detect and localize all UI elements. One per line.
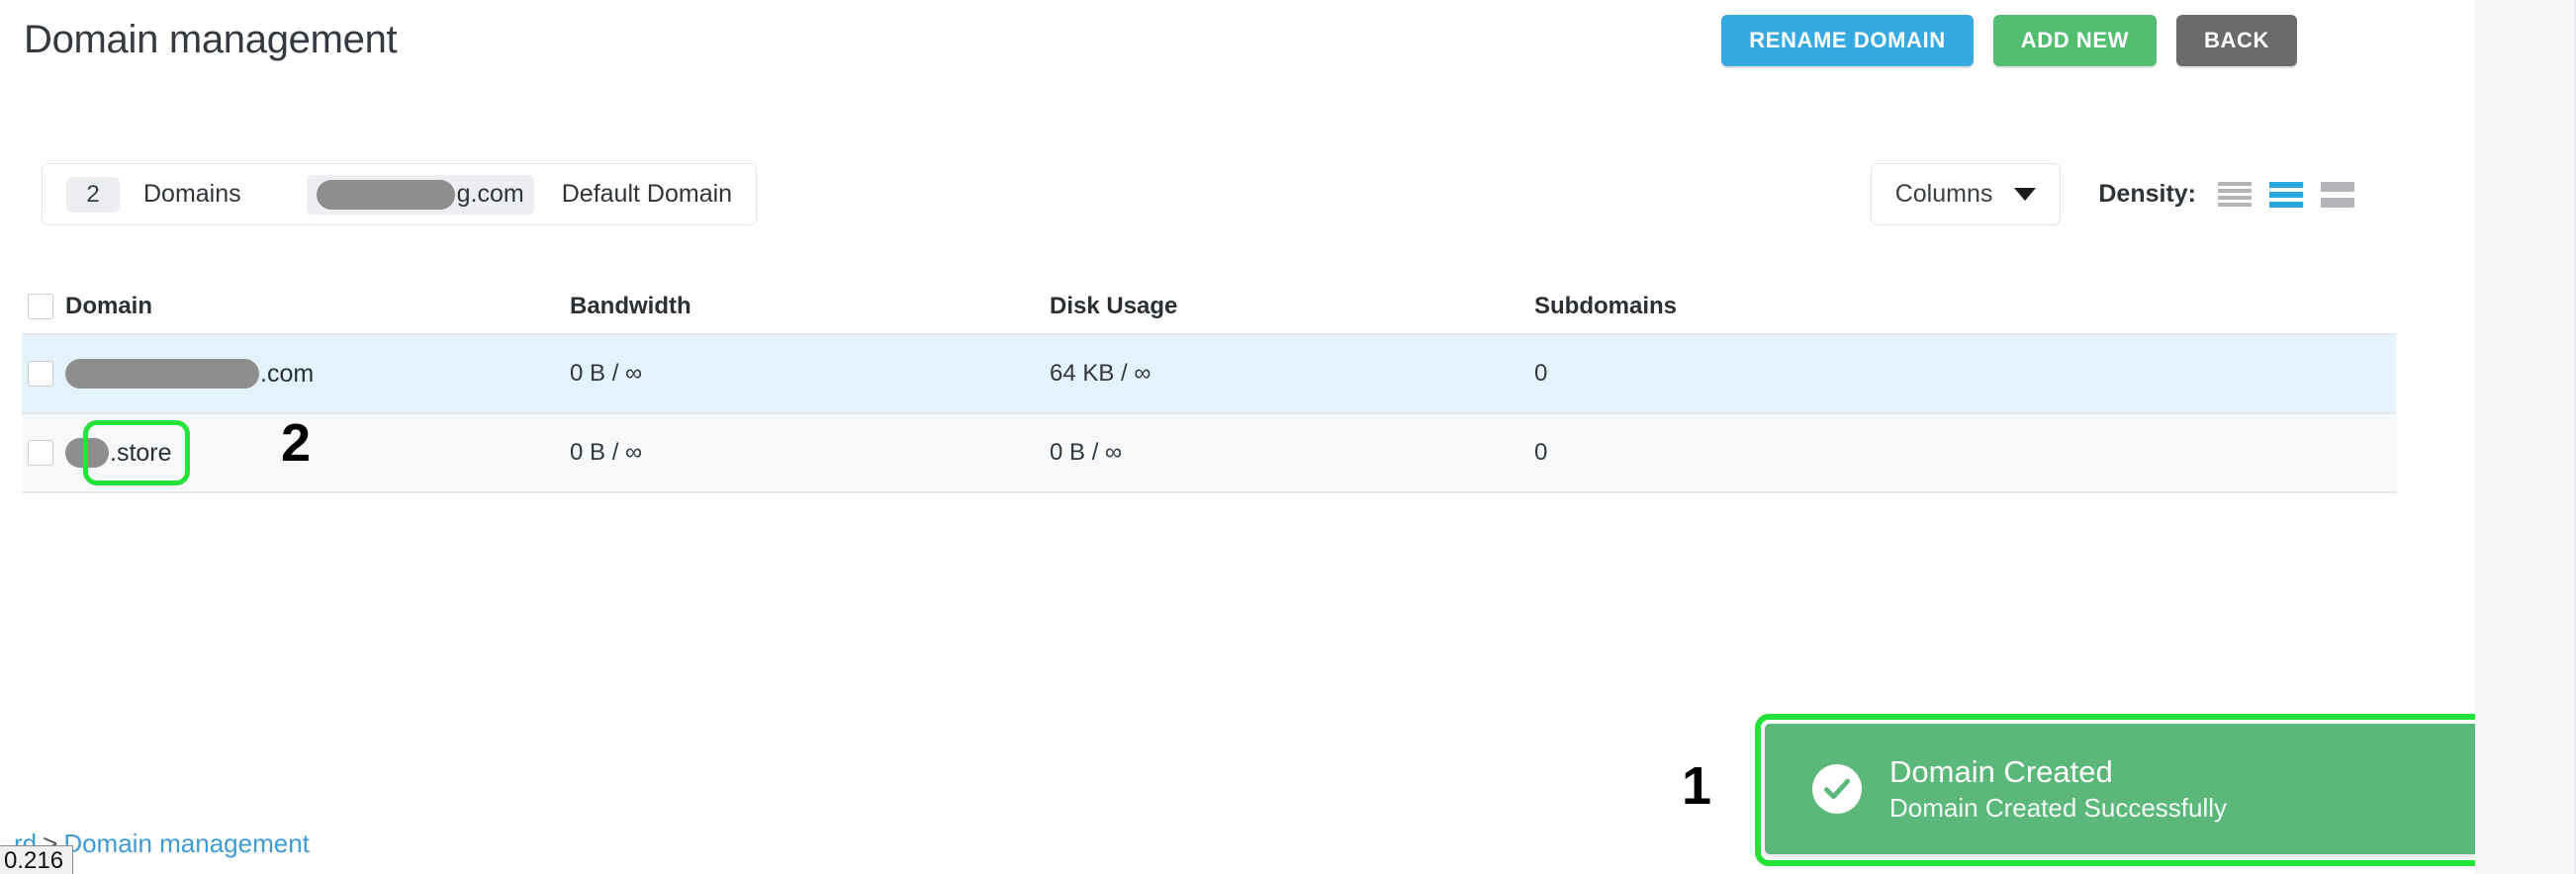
density-spacious-icon[interactable] [2321,181,2354,208]
cell-bandwidth: 0 B / ∞ [570,360,643,387]
column-header-domain[interactable]: Domain [65,293,570,320]
add-new-button[interactable]: ADD NEW [1992,15,2158,66]
page-header: Domain management RENAME DOMAIN ADD NEW … [0,0,2475,95]
header-actions: RENAME DOMAIN ADD NEW BACK [1721,15,2297,66]
redaction-bar [65,438,109,468]
columns-dropdown[interactable]: Columns [1870,163,2062,225]
table-header-row: Domain Bandwidth Disk Usage Subdomains [22,280,2396,335]
toast-text: Domain Created Domain Created Successful… [1889,754,2227,824]
column-header-subdomains[interactable]: Subdomains [1534,293,1930,320]
domain-count-badge: 2 [66,176,120,213]
cell-disk-usage: 64 KB / ∞ [1050,360,1151,387]
domain-suffix: .store [110,438,172,467]
redaction-bar [65,359,259,389]
row-select-cell [22,361,65,387]
status-tooltip: 0.216 [0,845,74,874]
cell-subdomains: 0 [1534,360,1548,387]
row-checkbox[interactable] [28,361,53,387]
domain-count-label: Domains [143,180,241,208]
default-domain-label: Default Domain [561,180,733,208]
cell-bandwidth: 0 B / ∞ [570,439,643,466]
check-circle-icon [1812,764,1862,814]
annotation-marker-two: 2 [281,413,312,473]
annotation-marker-one: 1 [1682,756,1712,816]
breadcrumb-current[interactable]: Domain management [63,829,310,858]
default-domain-chip[interactable]: g.com [306,174,534,215]
chevron-down-icon [2014,188,2037,201]
default-domain-suffix: g.com [456,180,524,208]
cell-subdomains: 0 [1534,439,1548,466]
density-compact-icon[interactable] [2218,181,2252,208]
right-gutter [2475,0,2576,874]
density-label: Density: [2098,180,2196,208]
domains-table: Domain Bandwidth Disk Usage Subdomains .… [22,280,2396,493]
toast-subtitle: Domain Created Successfully [1889,792,2228,823]
columns-dropdown-label: Columns [1894,180,1993,208]
density-control-group: Density: [2098,180,2354,209]
back-button[interactable]: BACK [2176,15,2297,66]
column-header-bandwidth[interactable]: Bandwidth [570,293,1050,320]
cell-disk-usage: 0 B / ∞ [1050,439,1123,466]
row-select-cell [22,440,65,466]
cell-domain[interactable]: .com [65,359,570,389]
table-row[interactable]: .com 0 B / ∞ 64 KB / ∞ 0 [22,335,2396,414]
column-header-disk-usage[interactable]: Disk Usage [1050,293,1534,320]
domain-stats-bar: 2 Domains g.com Default Domain [42,163,758,225]
row-checkbox[interactable] [28,440,53,466]
table-controls: Columns Density: [1870,163,2354,225]
domain-name[interactable]: .com [65,359,314,389]
toast-title: Domain Created [1889,754,2113,790]
density-comfortable-icon[interactable] [2269,181,2303,208]
toast-notification[interactable]: Domain Created Domain Created Successful… [1765,724,2554,854]
toast-notification-wrapper: Domain Created Domain Created Successful… [1755,714,2566,866]
rename-domain-button[interactable]: RENAME DOMAIN [1721,15,1974,66]
select-all-checkbox[interactable] [28,294,53,319]
domain-name[interactable]: .store [65,438,172,468]
redaction-bar [316,179,455,210]
select-all-cell [22,294,65,319]
table-row[interactable]: .store 0 B / ∞ 0 B / ∞ 0 2 [22,414,2396,493]
cell-domain[interactable]: .store [65,438,570,468]
page-title: Domain management [24,18,398,61]
domain-suffix: .com [260,359,315,388]
